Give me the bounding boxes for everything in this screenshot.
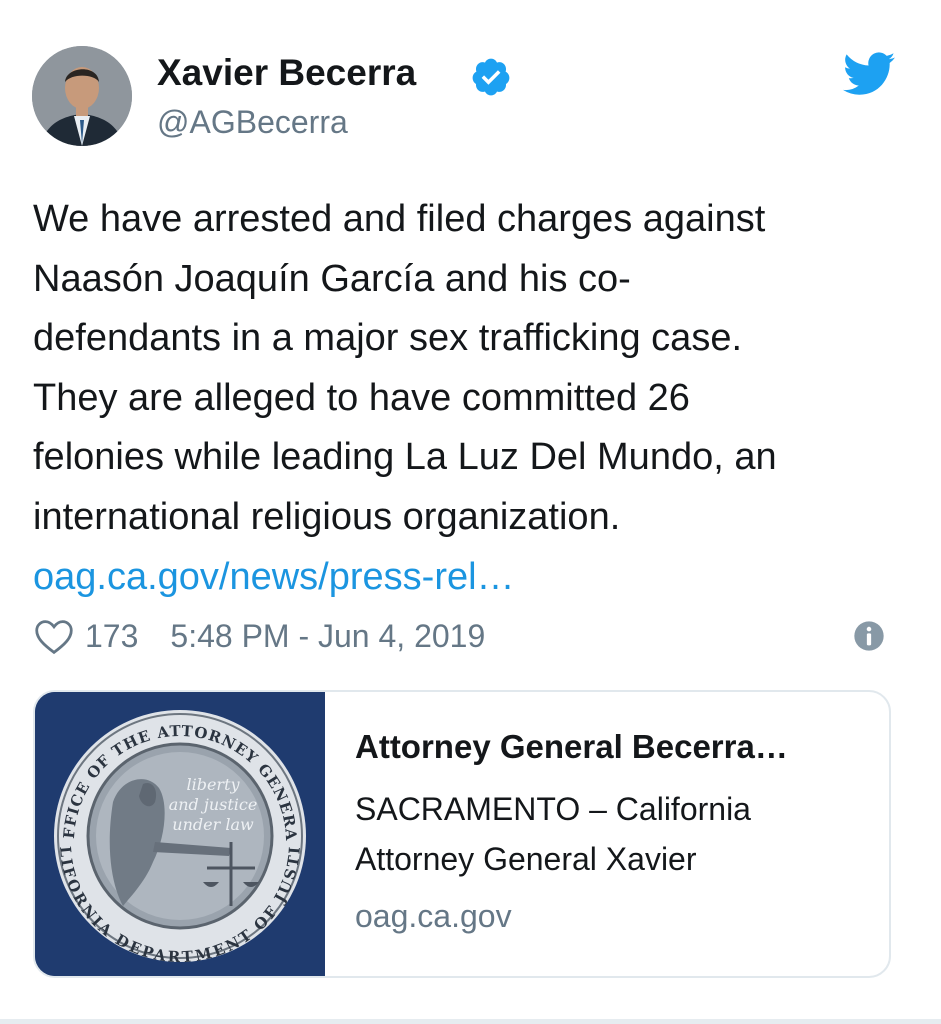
card-description: SACRAMENTO – California Attorney General… bbox=[355, 784, 869, 884]
card-description-line: Attorney General Xavier bbox=[355, 841, 697, 877]
tweet-text-line: international religious organization. bbox=[33, 495, 621, 538]
avatar-image bbox=[32, 46, 132, 146]
department-of-justice-seal: OFFICE OF THE ATTORNEY GENERAL CALIFORNI… bbox=[35, 692, 325, 976]
seal-motto-line: and justice bbox=[169, 795, 258, 814]
tweet-link[interactable]: oag.ca.gov/news/press-rel… bbox=[33, 548, 515, 608]
tweet-text-line: We have arrested and filed charges again… bbox=[33, 198, 766, 240]
card-body: Attorney General Becerra… SACRAMENTO – C… bbox=[355, 726, 869, 935]
tweet-timestamp[interactable]: 5:48 PM - Jun 4, 2019 bbox=[170, 618, 485, 655]
heart-icon[interactable] bbox=[33, 617, 75, 655]
tweet-text-line: defendants in a major sex trafficking ca… bbox=[33, 317, 743, 359]
seal-motto-line: under law bbox=[172, 815, 254, 834]
user-handle[interactable]: @AGBecerra bbox=[157, 104, 348, 141]
like-count[interactable]: 173 bbox=[85, 618, 138, 655]
card-description-line: SACRAMENTO – California bbox=[355, 791, 751, 827]
card-domain: oag.ca.gov bbox=[355, 898, 512, 934]
tweet-meta: 173 5:48 PM - Jun 4, 2019 bbox=[33, 612, 485, 660]
link-card[interactable]: OFFICE OF THE ATTORNEY GENERAL CALIFORNI… bbox=[33, 690, 891, 978]
tweet-text-line: They are alleged to have committed 26 bbox=[33, 376, 690, 419]
seal-motto-line: liberty bbox=[186, 775, 240, 794]
card-title: Attorney General Becerra… bbox=[355, 728, 788, 765]
tweet-text-line: Naasón Joaquín García and his co- bbox=[33, 257, 631, 300]
bottom-divider bbox=[0, 1019, 941, 1024]
card-image: OFFICE OF THE ATTORNEY GENERAL CALIFORNI… bbox=[35, 692, 325, 976]
avatar[interactable] bbox=[32, 46, 132, 146]
tweet-text-line: felonies while leading La Luz Del Mundo,… bbox=[33, 436, 777, 478]
tweet-text: We have arrested and filed charges again… bbox=[33, 190, 913, 547]
twitter-bird-icon[interactable] bbox=[843, 52, 895, 96]
info-icon[interactable] bbox=[853, 620, 885, 652]
verified-badge-icon bbox=[472, 58, 510, 96]
user-name[interactable]: Xavier Becerra bbox=[157, 52, 416, 94]
